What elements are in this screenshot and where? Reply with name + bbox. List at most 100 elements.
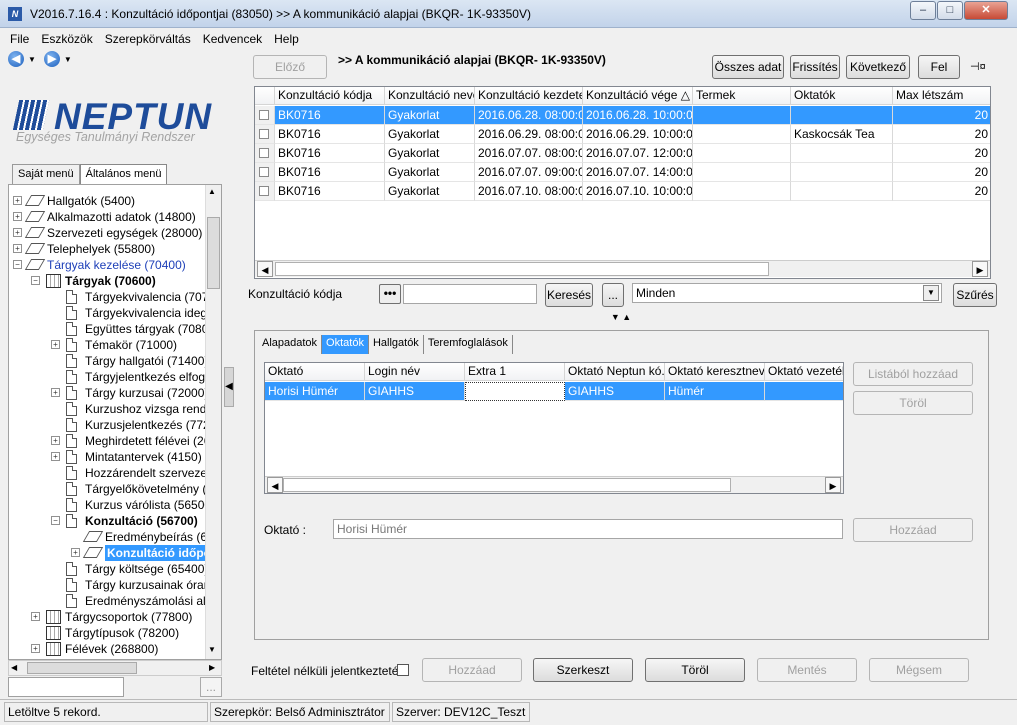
- row-checkbox[interactable]: [259, 129, 269, 139]
- filter-select[interactable]: Minden ▼: [632, 283, 942, 303]
- row-checkbox-cell: [255, 144, 275, 163]
- tree-vertical-scrollbar[interactable]: ▲ ▼: [205, 185, 221, 659]
- expand-icon[interactable]: +: [13, 228, 22, 237]
- search-input[interactable]: [403, 284, 537, 304]
- collapse-icon[interactable]: −: [51, 516, 60, 525]
- unconditional-registration-checkbox[interactable]: [397, 664, 409, 676]
- tab-general-menu[interactable]: Általános menü: [79, 164, 168, 185]
- row-checkbox[interactable]: [259, 167, 269, 177]
- collapse-left-icon[interactable]: ◀: [224, 367, 234, 407]
- scroll-up-icon[interactable]: ▲: [208, 187, 216, 196]
- save-button[interactable]: Mentés: [757, 658, 857, 682]
- add-from-list-button[interactable]: Listából hozzáad: [853, 362, 973, 386]
- maximize-button[interactable]: □: [937, 1, 963, 20]
- scroll-right-icon[interactable]: ▶: [972, 261, 988, 277]
- row-checkbox[interactable]: [259, 148, 269, 158]
- tree-horizontal-scrollbar[interactable]: ◀ ▶: [8, 660, 222, 676]
- expand-icon[interactable]: +: [51, 436, 60, 445]
- expand-icon[interactable]: +: [31, 612, 40, 621]
- expand-icon[interactable]: +: [13, 244, 22, 253]
- expand-icon[interactable]: +: [13, 212, 22, 221]
- more-button[interactable]: ...: [602, 283, 624, 307]
- splitter[interactable]: ◀: [222, 52, 236, 697]
- table-cell: Gyakorlat: [385, 182, 475, 201]
- menu-help[interactable]: Help: [266, 29, 303, 46]
- scroll-left-icon[interactable]: ◀: [267, 477, 283, 493]
- pin-icon[interactable]: ⊣¤: [970, 60, 986, 73]
- scroll-right-icon[interactable]: ▶: [825, 477, 841, 493]
- collapse-icon[interactable]: −: [13, 260, 22, 269]
- column-header[interactable]: Login név: [365, 363, 465, 381]
- scroll-thumb[interactable]: [207, 217, 220, 289]
- back-icon[interactable]: ◀: [8, 51, 24, 67]
- column-header[interactable]: Oktatók: [791, 87, 893, 105]
- prev-button[interactable]: Előző: [253, 55, 327, 79]
- pane-resize-icon[interactable]: ▼ ▲: [596, 312, 646, 322]
- back-dropdown-icon[interactable]: ▼: [28, 55, 36, 64]
- delete-teacher-button[interactable]: Töröl: [853, 391, 973, 415]
- forward-icon[interactable]: ▶: [43, 51, 60, 67]
- column-header[interactable]: Extra 1: [465, 363, 565, 381]
- scroll-right-icon[interactable]: ▶: [209, 663, 215, 672]
- teacher-field[interactable]: Horisi Hümér: [333, 519, 843, 539]
- tree-item-label: Tárgyekvivalencia (70700: [85, 290, 222, 304]
- cancel-button[interactable]: Mégsem: [869, 658, 969, 682]
- scroll-down-icon[interactable]: ▼: [208, 645, 216, 654]
- search-button[interactable]: Keresés: [545, 283, 593, 307]
- chevron-down-icon[interactable]: ▼: [923, 285, 939, 301]
- tab-students[interactable]: Hallgatók: [369, 335, 424, 354]
- scroll-thumb-h[interactable]: [275, 262, 769, 276]
- column-header[interactable]: Oktató: [265, 363, 365, 381]
- add-button[interactable]: Hozzáad: [422, 658, 522, 682]
- forward-dropdown-icon[interactable]: ▼: [64, 55, 72, 64]
- scroll-left-icon[interactable]: ◀: [257, 261, 273, 277]
- row-checkbox[interactable]: [259, 110, 269, 120]
- column-header[interactable]: Oktató keresztneve: [665, 363, 765, 381]
- main-grid-hscroll[interactable]: ◀ ▶: [255, 260, 990, 277]
- minimize-button[interactable]: –: [910, 1, 936, 20]
- expand-icon[interactable]: +: [51, 452, 60, 461]
- column-header[interactable]: Max létszám: [893, 87, 990, 105]
- column-header[interactable]: Konzultáció kódja: [275, 87, 385, 105]
- add-teacher-button[interactable]: Hozzáad: [853, 518, 973, 542]
- column-header[interactable]: Konzultáció vége △: [583, 87, 693, 105]
- refresh-button[interactable]: Frissítés: [790, 55, 840, 79]
- scroll-thumb-h[interactable]: [283, 478, 731, 492]
- row-checkbox[interactable]: [259, 186, 269, 196]
- edit-button[interactable]: Szerkeszt: [533, 658, 633, 682]
- expand-icon[interactable]: +: [51, 388, 60, 397]
- expand-icon[interactable]: +: [51, 340, 60, 349]
- menu-role-switch[interactable]: Szerepkörváltás: [97, 29, 195, 46]
- tab-basic-data[interactable]: Alapadatok: [258, 335, 323, 354]
- close-button[interactable]: ✕: [964, 1, 1008, 20]
- column-header[interactable]: Oktató Neptun kó...: [565, 363, 665, 381]
- tab-teachers[interactable]: Oktatók: [322, 335, 369, 354]
- expand-icon[interactable]: +: [71, 548, 80, 557]
- left-search-button[interactable]: ...: [200, 677, 222, 697]
- column-header[interactable]: Termek: [693, 87, 791, 105]
- scroll-left-icon[interactable]: ◀: [11, 663, 17, 672]
- tab-room-bookings[interactable]: Teremfoglalások: [424, 335, 513, 354]
- expand-icon[interactable]: +: [31, 644, 40, 653]
- menu-favorites[interactable]: Kedvencek: [195, 29, 266, 46]
- search-options-icon[interactable]: •••: [379, 284, 401, 304]
- scroll-thumb-h[interactable]: [27, 662, 137, 674]
- teacher-grid-hscroll[interactable]: ◀ ▶: [265, 476, 843, 493]
- column-header[interactable]: Konzultáció neve: [385, 87, 475, 105]
- filter-button[interactable]: Szűrés: [953, 283, 997, 307]
- menu-file[interactable]: File: [0, 29, 33, 46]
- status-server: Szerver: DEV12C_Teszt: [392, 702, 530, 722]
- collapse-icon[interactable]: −: [31, 276, 40, 285]
- up-button[interactable]: Fel: [918, 55, 960, 79]
- status-bar: Letöltve 5 rekord. Szerepkör: Belső Admi…: [0, 699, 1017, 725]
- page-icon: [66, 434, 77, 448]
- column-header[interactable]: Konzultáció kezdete: [475, 87, 583, 105]
- column-header[interactable]: Oktató vezetékn: [765, 363, 843, 381]
- delete-button[interactable]: Töröl: [645, 658, 745, 682]
- left-search-input[interactable]: [8, 677, 124, 697]
- next-button[interactable]: Következő: [846, 55, 910, 79]
- all-data-button[interactable]: Összes adat: [712, 55, 784, 79]
- menu-tools[interactable]: Eszközök: [33, 29, 96, 46]
- expand-icon[interactable]: +: [13, 196, 22, 205]
- tab-own-menu[interactable]: Saját menü: [12, 164, 80, 184]
